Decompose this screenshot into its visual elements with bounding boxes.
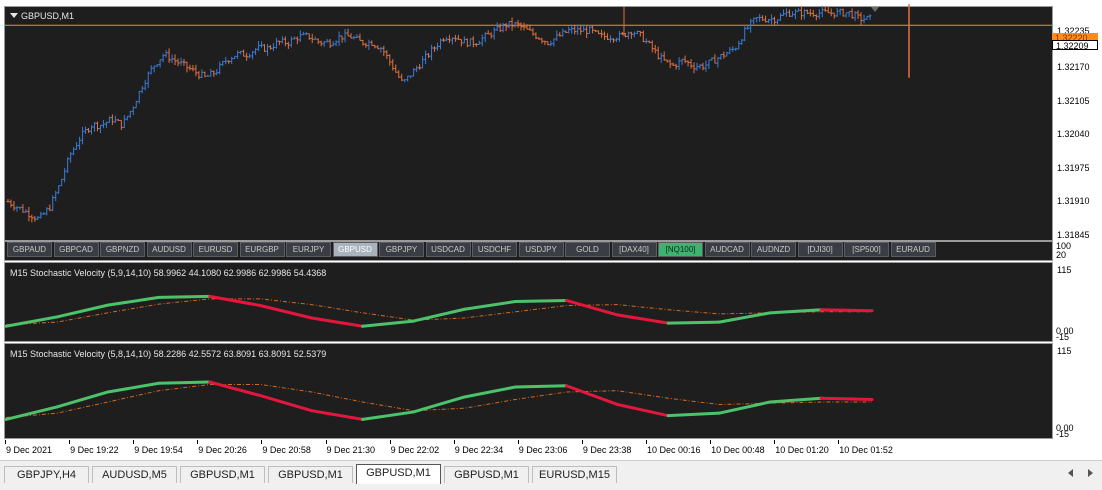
indicator-1-main-segment [717,311,772,324]
chart-drawing-layer [4,4,1052,421]
indicator-1-main-segment [310,316,365,328]
indicator-2-main-segment [55,390,110,409]
indicator-2-main-segment [564,384,619,406]
indicator-2-main-segment [208,380,263,398]
chart-tab[interactable]: GBPJPY,H4 [4,466,89,483]
indicator-2-main-segment [310,409,365,421]
indicator-1-main-segment [564,298,619,317]
chart-tab-bar: GBPJPY,H4 AUDUSD,M5 GBPUSD,M1 GBPUSD,M1 GBPU… [0,460,1102,490]
indicator-1-main-segment [157,294,212,299]
chart-tab[interactable]: GBPUSD,M1 [180,466,265,483]
indicator-1-main-segment [412,307,466,323]
indicator-1-main-segment [819,308,874,313]
indicator-2-main-segment [106,381,161,394]
indicator-1-signal-line [5,298,872,326]
indicator-2-main-segment [462,385,517,399]
chart-tab[interactable]: AUDUSD,M5 [92,466,177,483]
tab-scroll-right-icon[interactable] [1088,469,1093,477]
indicator-2-main-segment [666,411,721,418]
indicator-2-main-segment [361,410,416,421]
indicator-2-main-segment [4,405,59,421]
indicator-2-main-segment [513,384,568,389]
tab-scroll-left-icon[interactable] [1068,469,1073,477]
chart-tab[interactable]: GBPUSD,M1 [268,466,353,483]
indicator-1-main-segment [361,319,416,328]
chart-tab[interactable]: GBPUSD,M1 [356,464,441,484]
indicator-1-main-segment [55,303,110,319]
terminal-window: GBPUSD,M1 1.32235 1.32170 1.32105 1.3204… [0,0,1102,490]
indicator-1-main-segment [513,298,568,303]
chart-tab[interactable]: EURUSD,M15 [532,466,617,483]
indicator-1-main-segment [4,315,59,328]
indicator-2-main-segment [157,380,212,385]
indicator-1-main-segment [462,300,517,311]
indicator-1-main-segment [106,295,161,307]
indicator-1-main-segment [259,304,314,320]
indicator-2-main-segment [259,394,314,413]
indicator-1-main-segment [615,313,670,325]
indicator-2-signal-line [5,384,872,418]
indicator-2-main-segment [768,396,823,404]
indicator-2-main-segment [717,400,772,415]
chart-tab[interactable]: GBPUSD,M1 [444,466,529,483]
indicator-1-main-segment [666,320,721,325]
indicator-2-main-segment [615,402,670,418]
indicator-1-main-segment [208,294,263,308]
indicator-2-main-segment [819,396,874,401]
